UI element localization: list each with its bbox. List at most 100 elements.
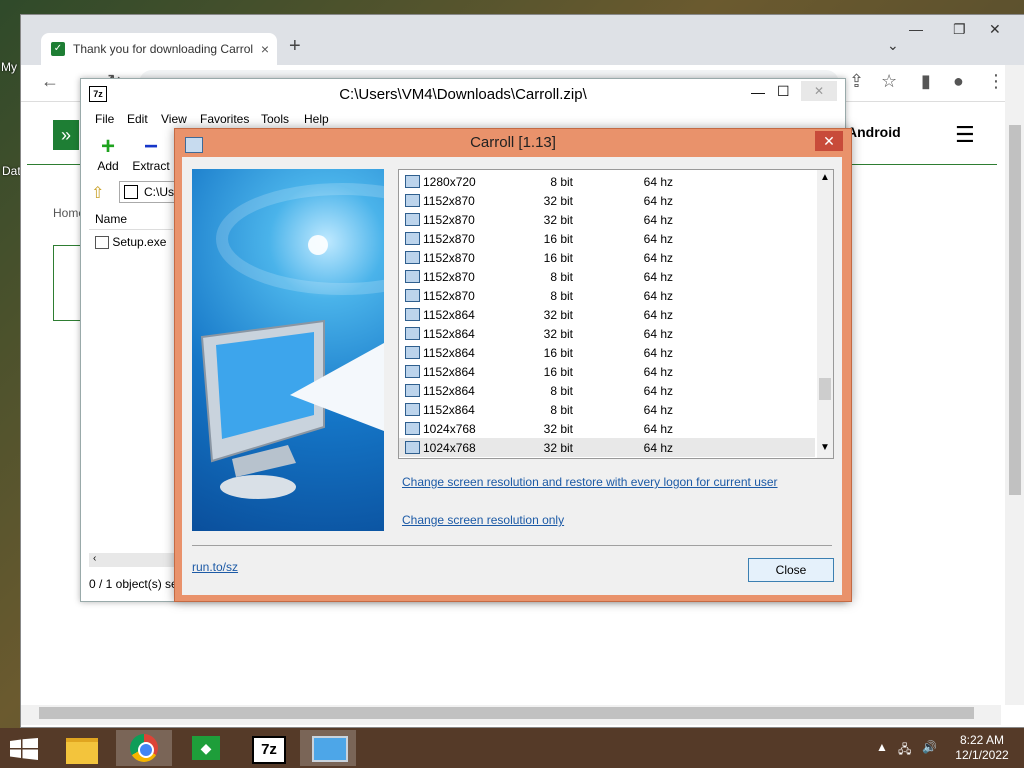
bookmark-star-icon[interactable]: ☆ bbox=[881, 71, 897, 92]
volume-icon[interactable]: 🔊 bbox=[922, 740, 937, 754]
column-header-name[interactable]: Name bbox=[89, 207, 173, 230]
up-folder-icon[interactable]: ⇧ bbox=[91, 183, 104, 203]
resolution-row[interactable]: 1152x864 8 bit 64 hz bbox=[399, 381, 815, 400]
close-button[interactable]: Close bbox=[748, 558, 834, 582]
show-hidden-icons-icon[interactable]: ▲ bbox=[876, 740, 888, 754]
close-icon[interactable]: ✕ bbox=[989, 21, 1001, 38]
site-logo-icon[interactable]: » bbox=[53, 120, 79, 150]
resolution-row[interactable]: 1152x870 8 bit 64 hz bbox=[399, 267, 815, 286]
more-menu-icon[interactable]: ⋮ bbox=[987, 71, 1005, 92]
hamburger-menu-icon[interactable]: ☰ bbox=[955, 122, 975, 148]
minimize-icon[interactable]: — bbox=[751, 84, 765, 100]
nav-android[interactable]: Android bbox=[847, 124, 901, 140]
menu-help[interactable]: Help bbox=[304, 112, 329, 126]
7zip-window-title: C:\Users\VM4\Downloads\Carroll.zip\ bbox=[339, 86, 587, 103]
refresh-rate: 64 hz bbox=[643, 346, 673, 360]
resolution-value: 1152x864 bbox=[423, 384, 475, 398]
chrome-icon[interactable] bbox=[116, 730, 172, 766]
change-resolution-only-link[interactable]: Change screen resolution only bbox=[402, 513, 564, 527]
game-controller-icon[interactable]: ◆ bbox=[178, 730, 234, 766]
menu-view[interactable]: View bbox=[161, 112, 187, 126]
7zip-taskbar-icon[interactable]: 7z bbox=[240, 730, 296, 766]
color-depth: 8 bit bbox=[550, 270, 573, 284]
resolution-list[interactable]: 1280x720 8 bit 64 hz 1152x870 32 bit 64 hz 115… bbox=[398, 169, 834, 459]
refresh-rate: 64 hz bbox=[643, 175, 673, 189]
scroll-up-icon[interactable]: ▲ bbox=[820, 172, 830, 183]
resolution-row[interactable]: 1152x870 8 bit 64 hz bbox=[399, 286, 815, 305]
tab-title: Thank you for downloading Carroll bbox=[73, 42, 253, 56]
tab-close-icon[interactable]: × bbox=[261, 41, 269, 57]
resolution-row[interactable]: 1152x864 16 bit 64 hz bbox=[399, 343, 815, 362]
resolution-row[interactable]: 1152x864 32 bit 64 hz bbox=[399, 305, 815, 324]
monitor-icon bbox=[405, 289, 420, 302]
close-icon[interactable]: ✕ bbox=[815, 131, 843, 151]
monitor-icon bbox=[405, 213, 420, 226]
exe-file-icon bbox=[95, 236, 109, 250]
extract-button[interactable]: − Extract bbox=[131, 135, 171, 174]
change-resolution-restore-link[interactable]: Change screen resolution and restore wit… bbox=[402, 475, 778, 489]
scroll-left-icon[interactable]: ‹ bbox=[93, 553, 96, 564]
scrollbar-thumb[interactable] bbox=[819, 378, 831, 400]
side-panel-icon[interactable]: ▮ bbox=[921, 71, 931, 92]
refresh-rate: 64 hz bbox=[643, 441, 673, 455]
add-button[interactable]: + Add bbox=[88, 135, 128, 174]
close-icon[interactable]: ✕ bbox=[801, 81, 837, 101]
resolution-row[interactable]: 1152x870 32 bit 64 hz bbox=[399, 210, 815, 229]
list-scrollbar[interactable]: ▲ ▼ bbox=[817, 170, 833, 458]
system-clock[interactable]: 8:22 AM 12/1/2022 bbox=[950, 733, 1014, 763]
maximize-icon[interactable]: ❐ bbox=[953, 21, 966, 38]
horizontal-scrollbar[interactable]: ‹ bbox=[89, 553, 177, 567]
resolution-value: 1152x864 bbox=[423, 346, 475, 360]
monitor-icon bbox=[405, 194, 420, 207]
desktop-icon-label[interactable]: My bbox=[1, 60, 17, 74]
scroll-down-icon[interactable]: ▼ bbox=[820, 442, 830, 453]
website-link[interactable]: run.to/sz bbox=[192, 560, 238, 574]
menu-file[interactable]: File bbox=[95, 112, 114, 126]
column-name-label: Name bbox=[95, 212, 128, 226]
clock-time: 8:22 AM bbox=[959, 733, 1005, 747]
profile-icon[interactable]: ● bbox=[953, 71, 964, 92]
file-row[interactable]: Setup.exe bbox=[95, 235, 166, 250]
dialog-title: Carroll [1.13] bbox=[470, 134, 556, 151]
page-vertical-scrollbar[interactable] bbox=[1005, 65, 1024, 705]
resolution-row[interactable]: 1152x864 8 bit 64 hz bbox=[399, 400, 815, 419]
resolution-row[interactable]: 1152x870 16 bit 64 hz bbox=[399, 248, 815, 267]
scrollbar-thumb[interactable] bbox=[39, 707, 974, 719]
monitor-icon bbox=[405, 441, 420, 454]
color-depth: 8 bit bbox=[550, 175, 573, 189]
resolution-row[interactable]: 1152x870 32 bit 64 hz bbox=[399, 191, 815, 210]
start-windows-icon[interactable] bbox=[10, 738, 38, 760]
path-field[interactable]: C:\Us bbox=[119, 181, 181, 203]
resolution-row[interactable]: 1152x864 16 bit 64 hz bbox=[399, 362, 815, 381]
monitor-icon bbox=[405, 365, 420, 378]
extract-label: Extract bbox=[132, 159, 170, 173]
resolution-row[interactable]: 1280x720 8 bit 64 hz bbox=[399, 172, 815, 191]
resolution-row[interactable]: 1024x768 32 bit 64 hz bbox=[399, 419, 815, 438]
menu-edit[interactable]: Edit bbox=[127, 112, 148, 126]
color-depth: 32 bit bbox=[543, 194, 573, 208]
carroll-taskbar-icon[interactable] bbox=[300, 730, 356, 766]
status-bar: 0 / 1 object(s) se bbox=[89, 577, 178, 591]
menu-favorites[interactable]: Favorites bbox=[200, 112, 249, 126]
page-horizontal-scrollbar[interactable] bbox=[21, 705, 1001, 725]
back-icon[interactable]: ← bbox=[41, 71, 59, 92]
resolution-row[interactable]: 1152x864 32 bit 64 hz bbox=[399, 324, 815, 343]
maximize-icon[interactable]: ☐ bbox=[777, 83, 790, 100]
resolution-row[interactable]: 1024x768 32 bit 64 hz bbox=[399, 438, 815, 457]
resolution-row[interactable]: 1152x870 16 bit 64 hz bbox=[399, 229, 815, 248]
color-depth: 32 bit bbox=[543, 308, 573, 322]
minimize-icon[interactable]: — bbox=[909, 21, 923, 37]
browser-tab[interactable]: ✓ Thank you for downloading Carroll × bbox=[41, 33, 277, 65]
desktop-icon-label[interactable]: Dat bbox=[2, 164, 21, 178]
menu-tools[interactable]: Tools bbox=[261, 112, 289, 126]
network-icon[interactable]: 🖧 bbox=[898, 740, 911, 761]
tab-search-icon[interactable]: ⌄ bbox=[887, 37, 899, 54]
scrollbar-thumb[interactable] bbox=[1009, 125, 1021, 495]
clock-date: 12/1/2022 bbox=[955, 748, 1009, 762]
refresh-rate: 64 hz bbox=[643, 251, 673, 265]
new-tab-button[interactable]: + bbox=[289, 35, 301, 58]
share-icon[interactable]: ⇪ bbox=[849, 71, 864, 92]
file-explorer-icon[interactable] bbox=[54, 730, 110, 766]
content-card bbox=[53, 245, 83, 321]
color-depth: 16 bit bbox=[543, 251, 573, 265]
